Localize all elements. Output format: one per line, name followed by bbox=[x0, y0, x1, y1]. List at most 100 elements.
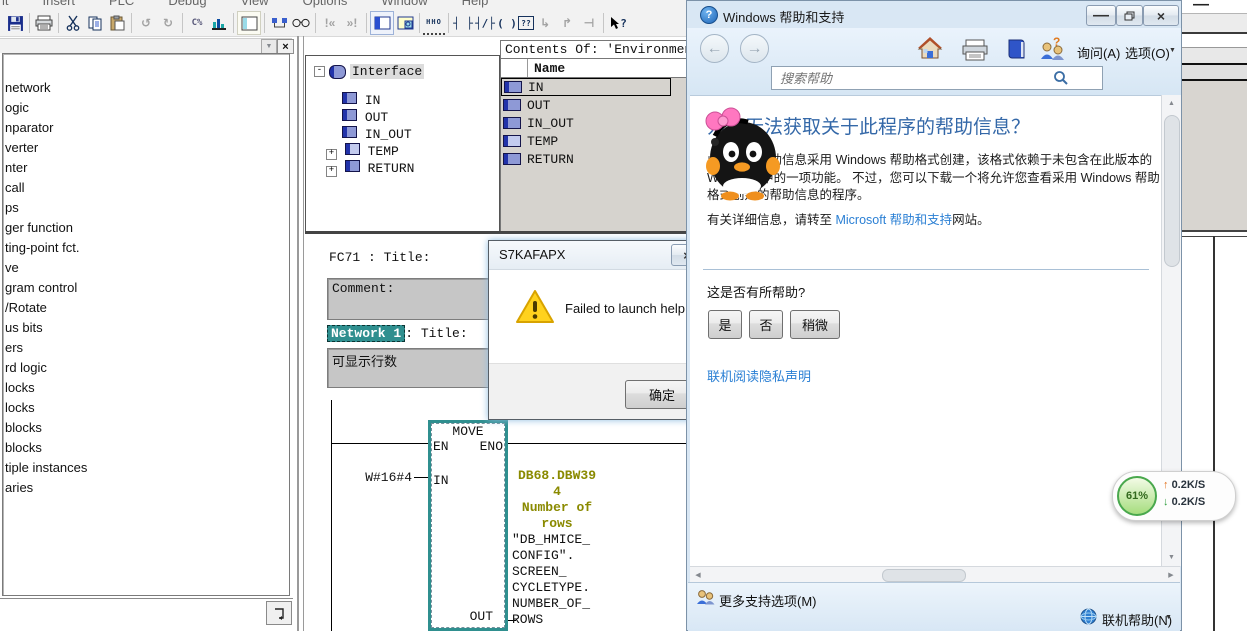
sidebar-toggle-icon[interactable] bbox=[237, 11, 261, 35]
cut-icon[interactable] bbox=[62, 12, 84, 34]
scroll-left-button[interactable]: ◀ bbox=[690, 567, 706, 583]
scroll-right-button[interactable]: ▶ bbox=[1163, 567, 1179, 583]
menu-debug[interactable]: Debug bbox=[168, 0, 206, 8]
tree-item[interactable]: blocks bbox=[3, 438, 289, 458]
tree-item[interactable]: gram control bbox=[3, 278, 289, 298]
call-structure-icon[interactable]: C% bbox=[186, 12, 208, 34]
open-branch-icon[interactable]: ↳ bbox=[534, 12, 556, 34]
empty-box-icon[interactable]: ?? bbox=[518, 16, 534, 30]
ok-button[interactable]: 确定 bbox=[625, 380, 692, 409]
interface-child[interactable]: OUT bbox=[342, 109, 414, 126]
interface-root-label[interactable]: Interface bbox=[350, 64, 424, 79]
tree-item[interactable]: ve bbox=[3, 258, 289, 278]
tree-item[interactable]: aries bbox=[3, 478, 289, 498]
home-icon[interactable] bbox=[917, 36, 943, 65]
tree-item[interactable]: locks bbox=[3, 378, 289, 398]
tree-item[interactable]: rd logic bbox=[3, 358, 289, 378]
network-label[interactable]: Network 1 bbox=[327, 325, 405, 342]
hscroll-thumb[interactable] bbox=[882, 569, 966, 582]
options-label[interactable]: 选项(O) bbox=[1125, 43, 1170, 62]
scroll-up-button[interactable]: ▲ bbox=[1162, 95, 1181, 112]
overview-layout-icon[interactable] bbox=[370, 11, 394, 35]
no-button[interactable]: 否 bbox=[749, 310, 783, 339]
tree-item[interactable]: ers bbox=[3, 338, 289, 358]
net-percent-circle[interactable]: 61% bbox=[1117, 476, 1157, 516]
microsoft-support-link[interactable]: Microsoft 帮助和支持 bbox=[835, 213, 952, 227]
bg-minimize-button[interactable]: — bbox=[1193, 0, 1209, 14]
menu-options[interactable]: Options bbox=[303, 0, 348, 8]
out-operand-symbol[interactable]: "DB_HMICE_ CONFIG". SCREEN_ CYCLETYPE. N… bbox=[512, 532, 612, 628]
redo-icon[interactable]: ↻ bbox=[157, 12, 179, 34]
menu-help[interactable]: Help bbox=[462, 0, 489, 8]
monitor-glasses-icon[interactable] bbox=[290, 12, 312, 34]
tree-item[interactable]: ps bbox=[3, 198, 289, 218]
menu-window[interactable]: Window bbox=[381, 0, 427, 8]
ask-label[interactable]: 询问(A) bbox=[1077, 43, 1120, 62]
tree-item[interactable]: us bits bbox=[3, 318, 289, 338]
menu-plc[interactable]: PLC bbox=[109, 0, 134, 8]
save-icon[interactable] bbox=[4, 12, 26, 34]
interface-child[interactable]: + TEMP bbox=[326, 143, 414, 160]
copy-icon[interactable] bbox=[84, 12, 106, 34]
somewhat-button[interactable]: 稍微 bbox=[790, 310, 840, 339]
in-operand[interactable]: W#16#4 bbox=[345, 470, 412, 485]
interface-child[interactable]: IN_OUT bbox=[342, 126, 414, 143]
search-icon[interactable] bbox=[1053, 70, 1069, 91]
previous-error-icon[interactable]: !« bbox=[319, 12, 341, 34]
restore-button[interactable] bbox=[1116, 5, 1143, 26]
scroll-down-button[interactable]: ▼ bbox=[1162, 549, 1181, 566]
tree-item[interactable]: network bbox=[3, 78, 289, 98]
tree-item[interactable]: ting-point fct. bbox=[3, 238, 289, 258]
tree-item[interactable]: blocks bbox=[3, 418, 289, 438]
contact-no-icon[interactable]: ┤ ├ bbox=[452, 12, 474, 34]
close-button[interactable]: × bbox=[1143, 5, 1179, 26]
online-help-link[interactable]: 联机帮助(N) bbox=[1102, 610, 1172, 629]
forward-button[interactable]: → bbox=[740, 34, 769, 63]
penguin-pet[interactable] bbox=[693, 106, 788, 206]
catalog-close-button[interactable]: × bbox=[277, 39, 294, 54]
coil-icon[interactable]: ( ) bbox=[496, 12, 518, 34]
net-speed-widget[interactable]: 61% ↑ 0.2K/S ↓ 0.2K/S bbox=[1112, 471, 1236, 521]
detail-layout-icon[interactable] bbox=[394, 12, 416, 34]
network-connection-icon[interactable] bbox=[268, 12, 290, 34]
tree-item[interactable]: ogic bbox=[3, 98, 289, 118]
menu-view[interactable]: View bbox=[241, 0, 269, 8]
tree-item[interactable]: /Rotate bbox=[3, 298, 289, 318]
interface-child[interactable]: + RETURN bbox=[326, 160, 414, 177]
interface-child[interactable]: IN bbox=[342, 92, 414, 109]
fc-title[interactable]: FC71 : Title: bbox=[329, 250, 430, 265]
more-support-link[interactable]: 更多支持选项(M) bbox=[719, 591, 817, 610]
tree-item[interactable]: ger function bbox=[3, 218, 289, 238]
contact-nc-icon[interactable]: ┤/├ bbox=[474, 12, 496, 34]
back-button[interactable]: ← bbox=[700, 34, 729, 63]
tree-item[interactable]: call bbox=[3, 178, 289, 198]
options-caret-icon[interactable]: ▼ bbox=[1169, 47, 1176, 54]
goto-button[interactable] bbox=[266, 601, 292, 625]
print-icon[interactable] bbox=[33, 12, 55, 34]
menu-insert[interactable]: Insert bbox=[43, 0, 76, 8]
move-block[interactable]: MOVE EN ENO IN OUT bbox=[428, 420, 508, 631]
help-titlebar[interactable]: ? Windows 帮助和支持 — × bbox=[687, 1, 1181, 28]
paste-icon[interactable] bbox=[106, 12, 128, 34]
out-operand-olive[interactable]: DB68.DBW39 4 Number of rows bbox=[511, 468, 603, 532]
connector-icon[interactable]: ⊣ bbox=[578, 12, 600, 34]
tree-item[interactable]: locks bbox=[3, 398, 289, 418]
program-blocks-icon[interactable] bbox=[208, 12, 230, 34]
close-branch-icon[interactable]: ↱ bbox=[556, 12, 578, 34]
scroll-thumb[interactable] bbox=[1164, 115, 1180, 267]
horizontal-scrollbar[interactable]: ◀ ▶ bbox=[690, 566, 1180, 583]
tree-item[interactable]: nparator bbox=[3, 118, 289, 138]
print-icon[interactable] bbox=[961, 39, 989, 66]
tree-item[interactable]: tiple instances bbox=[3, 458, 289, 478]
online-help-caret-icon[interactable]: ▼ bbox=[1165, 614, 1172, 621]
address-identification-icon[interactable]: HHO bbox=[423, 11, 445, 35]
minimize-button[interactable]: — bbox=[1086, 5, 1116, 26]
table-row[interactable]: IN bbox=[501, 78, 671, 96]
next-error-icon[interactable]: »! bbox=[341, 12, 363, 34]
yes-button[interactable]: 是 bbox=[708, 310, 742, 339]
help-cursor-icon[interactable]: ? bbox=[607, 12, 629, 34]
undo-icon[interactable]: ↺ bbox=[135, 12, 157, 34]
catalog-dropdown-button[interactable]: ▼ bbox=[261, 39, 277, 54]
privacy-link[interactable]: 联机阅读隐私声明 bbox=[707, 366, 811, 385]
menu-edit[interactable]: it bbox=[2, 0, 9, 8]
